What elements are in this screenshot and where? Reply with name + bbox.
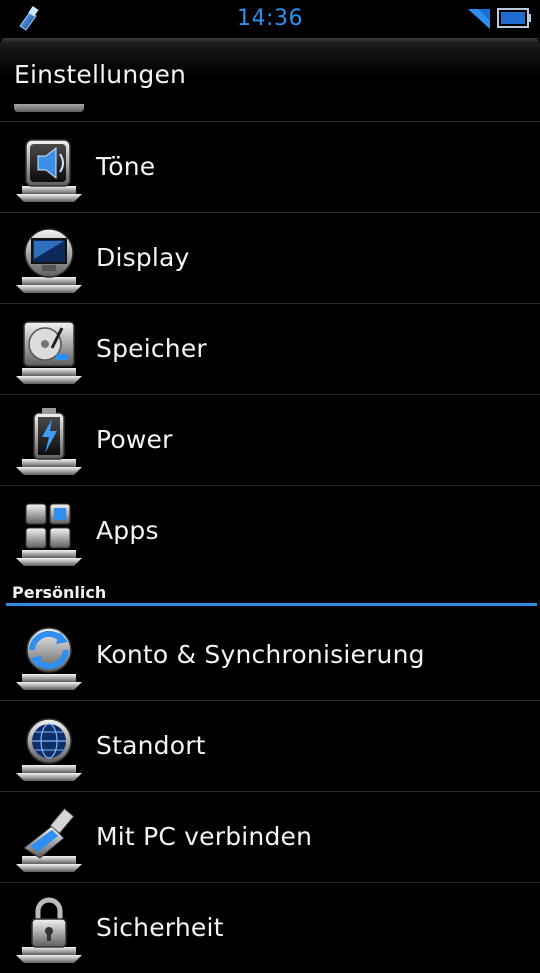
battery-power-icon (16, 408, 82, 475)
item-label: Speicher (96, 334, 207, 363)
status-time: 14:36 (237, 6, 303, 31)
hard-drive-icon (16, 321, 82, 384)
item-label: Töne (96, 152, 156, 181)
section-divider (6, 603, 537, 606)
monitor-icon (16, 228, 82, 293)
section-title: Persönlich (12, 583, 107, 602)
speaker-icon (16, 139, 82, 202)
personal-settings-list: Konto & Synchronisierung Standort Mit PC… (0, 610, 540, 973)
list-item-toene[interactable]: Töne (0, 121, 540, 212)
lock-icon (16, 897, 82, 963)
page-title: Einstellungen (14, 60, 187, 89)
status-bar: 14:36 (0, 0, 540, 39)
apps-grid-icon (16, 503, 82, 566)
signal-icon (468, 9, 490, 29)
list-item-display[interactable]: Display (0, 212, 540, 303)
globe-icon (16, 718, 82, 781)
list-item-power[interactable]: Power (0, 394, 540, 485)
item-label: Display (96, 243, 190, 272)
title-bar: Einstellungen (0, 38, 540, 104)
partial-item-icon (14, 104, 84, 112)
list-item-konto[interactable]: Konto & Synchronisierung (0, 610, 540, 700)
item-label: Konto & Synchronisierung (96, 640, 425, 669)
list-item-standort[interactable]: Standort (0, 700, 540, 791)
item-label: Apps (96, 516, 159, 545)
list-item-speicher[interactable]: Speicher (0, 303, 540, 394)
list-item-apps[interactable]: Apps (0, 485, 540, 576)
section-header-persoenlich: Persönlich (0, 578, 540, 608)
item-label: Mit PC verbinden (96, 822, 313, 851)
item-label: Power (96, 425, 173, 454)
partial-list-item[interactable] (0, 104, 540, 122)
usb-connect-icon (16, 808, 82, 872)
list-item-sicherheit[interactable]: Sicherheit (0, 882, 540, 973)
battery-icon (497, 8, 531, 28)
item-label: Standort (96, 731, 206, 760)
sync-icon (16, 627, 82, 690)
device-settings-list: Töne Display Speicher Power Apps (0, 121, 540, 576)
list-item-mit-pc-verbinden[interactable]: Mit PC verbinden (0, 791, 540, 882)
